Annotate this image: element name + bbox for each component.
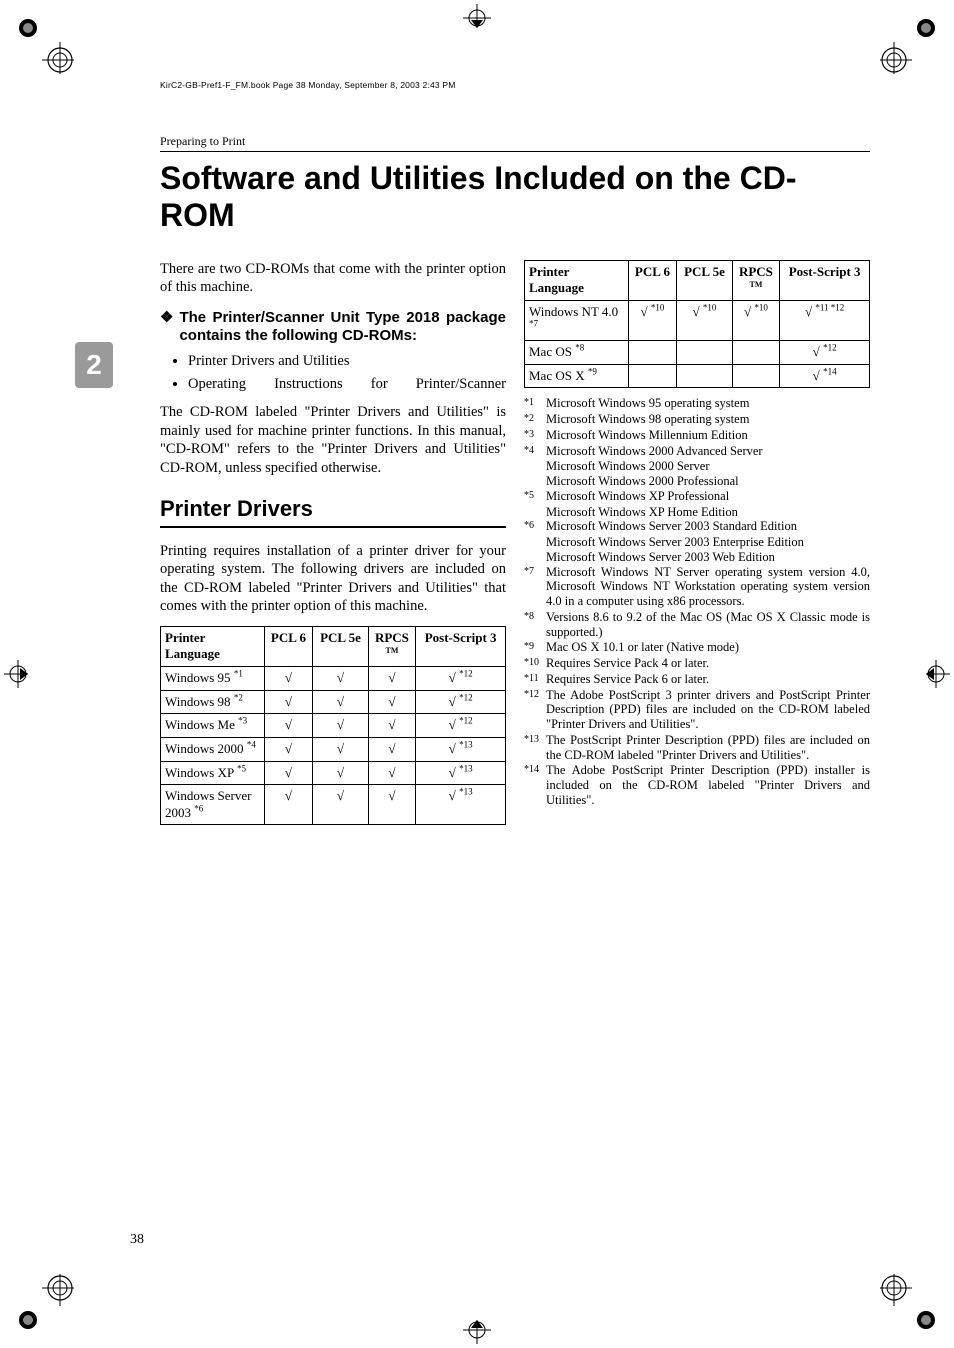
footnote: *6Microsoft Windows Server 2003 Standard… [524, 519, 870, 534]
reg-mark-bottom-left [18, 1274, 74, 1330]
list-item: Printer Drivers and Utilities [188, 352, 506, 371]
table-row: Windows NT 4.0 *7√ *10√ *10√ *10√ *11 *1… [525, 300, 870, 340]
table-row: Windows 95 *1√√√√ *12 [161, 667, 506, 691]
book-source-stamp: KirC2-GB-Pref1-F_FM.book Page 38 Monday,… [160, 80, 870, 90]
footnote: *11Requires Service Pack 6 or later. [524, 672, 870, 687]
footnote-cont: Microsoft Windows 2000 Server [546, 459, 870, 474]
footnote: *1Microsoft Windows 95 operating system [524, 396, 870, 411]
th-pcl6: PCL 6 [264, 626, 313, 666]
footnote: *13The PostScript Printer Description (P… [524, 733, 870, 763]
th-pcl5e: PCL 5e [677, 260, 732, 300]
list-item: Operating Instructions for Printer/Scann… [188, 375, 506, 394]
th-postscript: Post-Script 3 [416, 626, 506, 666]
footnotes: *1Microsoft Windows 95 operating system … [524, 396, 870, 807]
diamond-icon: ❖ [160, 309, 173, 347]
th-rpcs: RPCSTM [732, 260, 780, 300]
table-row: Mac OS *8√ *12 [525, 341, 870, 365]
table-row: Windows 98 *2√√√√ *12 [161, 690, 506, 714]
package-list: Printer Drivers and Utilities Operating … [188, 352, 506, 393]
th-pcl5e: PCL 5e [313, 626, 368, 666]
printer-language-table-left: Printer Language PCL 6 PCL 5e RPCSTM Pos… [160, 626, 506, 826]
table-row: Windows XP *5√√√√ *13 [161, 761, 506, 785]
page-title: Software and Utilities Included on the C… [160, 160, 870, 234]
page-number: 38 [130, 1232, 144, 1248]
table-row: Windows 2000 *4√√√√ *13 [161, 737, 506, 761]
printer-language-table-right: Printer Language PCL 6 PCL 5e RPCSTM Pos… [524, 260, 870, 389]
running-header: Preparing to Print [160, 134, 870, 152]
reg-mark-bottom-center [457, 1320, 497, 1348]
footnote-cont: Microsoft Windows Server 2003 Web Editio… [546, 550, 870, 565]
reg-mark-top-right [880, 18, 936, 74]
section-subheading: Printer Drivers [160, 495, 506, 527]
footnote: *12The Adobe PostScript 3 printer driver… [524, 688, 870, 732]
reg-mark-right-center [926, 654, 954, 694]
footnote: *9Mac OS X 10.1 or later (Native mode) [524, 640, 870, 655]
th-pcl6: PCL 6 [628, 260, 677, 300]
footnote: *8Versions 8.6 to 9.2 of the Mac OS (Mac… [524, 610, 870, 640]
footnote-cont: Microsoft Windows 2000 Professional [546, 474, 870, 489]
footnote: *7Microsoft Windows NT Server operating … [524, 565, 870, 609]
th-postscript: Post-Script 3 [780, 260, 870, 300]
table-row: Windows Me *3√√√√ *12 [161, 714, 506, 738]
reg-mark-top-center [457, 0, 497, 28]
intro-paragraph: There are two CD-ROMs that come with the… [160, 260, 506, 297]
table-row: Windows Server 2003 *6√√√√ *13 [161, 785, 506, 825]
footnote: *4Microsoft Windows 2000 Advanced Server [524, 444, 870, 459]
th-printer-language: Printer Language [525, 260, 629, 300]
footnote: *5Microsoft Windows XP Professional [524, 489, 870, 504]
footnote: *10Requires Service Pack 4 or later. [524, 656, 870, 671]
footnote-cont: Microsoft Windows XP Home Edition [546, 505, 870, 520]
footnote: *2Microsoft Windows 98 operating system [524, 412, 870, 427]
footnote-cont: Microsoft Windows Server 2003 Enterprise… [546, 535, 870, 550]
body-paragraph: The CD-ROM labeled "Printer Drivers and … [160, 403, 506, 477]
package-heading: ❖ The Printer/Scanner Unit Type 2018 pac… [160, 309, 506, 347]
footnote: *3Microsoft Windows Millennium Edition [524, 428, 870, 443]
th-printer-language: Printer Language [161, 626, 265, 666]
package-heading-text: The Printer/Scanner Unit Type 2018 packa… [179, 309, 506, 347]
reg-mark-left-center [0, 654, 28, 694]
drivers-intro-paragraph: Printing requires installation of a prin… [160, 542, 506, 616]
chapter-tab: 2 [75, 342, 113, 388]
th-rpcs: RPCSTM [368, 626, 416, 666]
footnote: *14The Adobe PostScript Printer Descript… [524, 763, 870, 807]
reg-mark-bottom-right [880, 1274, 936, 1330]
table-row: Mac OS X *9√ *14 [525, 364, 870, 388]
reg-mark-top-left [18, 18, 74, 74]
